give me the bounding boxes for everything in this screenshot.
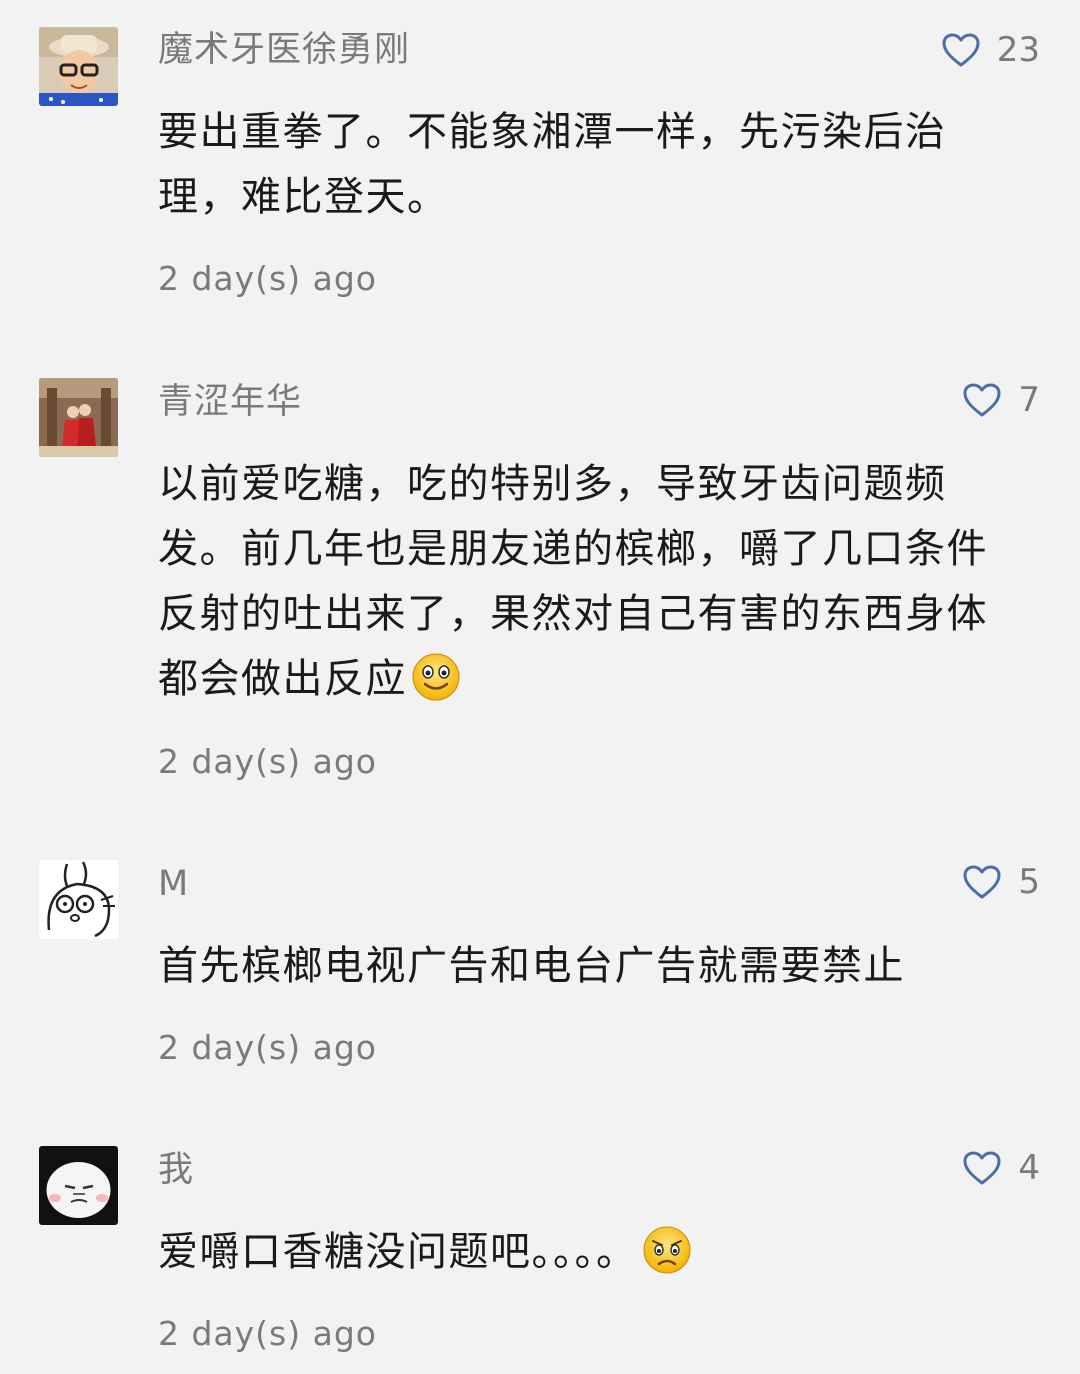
comment-text: 要出重拳了。不能象湘潭一样，先污染后治理，难比登天。 [158, 109, 947, 220]
avatar-rabbit-sticker-icon [39, 860, 118, 939]
smile-emoji-icon [412, 653, 460, 701]
avatar-panda-meme-icon [39, 1146, 118, 1225]
comment-text: 爱嚼口香糖没问题吧。。。。 [158, 1220, 1008, 1285]
comment-time: 2 day(s) ago [158, 259, 377, 298]
username[interactable]: 我 [158, 1148, 194, 1192]
avatar-boy-with-glasses-icon [39, 27, 118, 106]
comment-time: 2 day(s) ago [158, 742, 377, 781]
comment-text: 首先槟榔电视广告和电台广告就需要禁止 [158, 943, 905, 989]
comment-time: 2 day(s) ago [158, 1314, 377, 1353]
like-count: 5 [1018, 862, 1040, 902]
like-count: 4 [1018, 1148, 1040, 1188]
username[interactable]: M [158, 862, 189, 906]
comment-text-content: 爱嚼口香糖没问题吧。。。。 [158, 1229, 638, 1275]
comment-text-content: 以前爱吃糖，吃的特别多，导致牙齿问题频发。前几年也是朋友递的槟榔，嚼了几口条件反… [158, 461, 988, 702]
avatar[interactable] [39, 1146, 118, 1225]
avatar-wedding-photo-icon [39, 378, 118, 457]
like-button[interactable]: 4 [962, 1146, 1040, 1190]
heart-icon [963, 865, 1001, 899]
heart-icon [963, 383, 1001, 417]
like-count: 23 [996, 30, 1040, 70]
like-count: 7 [1018, 380, 1040, 420]
like-button[interactable]: 5 [962, 860, 1040, 904]
heart-icon [942, 33, 980, 67]
comment-text: 以前爱吃糖，吃的特别多，导致牙齿问题频发。前几年也是朋友递的槟榔，嚼了几口条件反… [158, 452, 1008, 712]
avatar[interactable] [39, 860, 118, 939]
username[interactable]: 青涩年华 [158, 380, 302, 424]
avatar[interactable] [39, 378, 118, 457]
avatar[interactable] [39, 27, 118, 106]
like-button[interactable]: 23 [941, 28, 1040, 72]
sad-emoji-icon [643, 1226, 690, 1274]
heart-icon [963, 1151, 1001, 1185]
like-button[interactable]: 7 [962, 378, 1040, 422]
comment-time: 2 day(s) ago [158, 1028, 377, 1067]
username[interactable]: 魔术牙医徐勇刚 [158, 28, 410, 72]
